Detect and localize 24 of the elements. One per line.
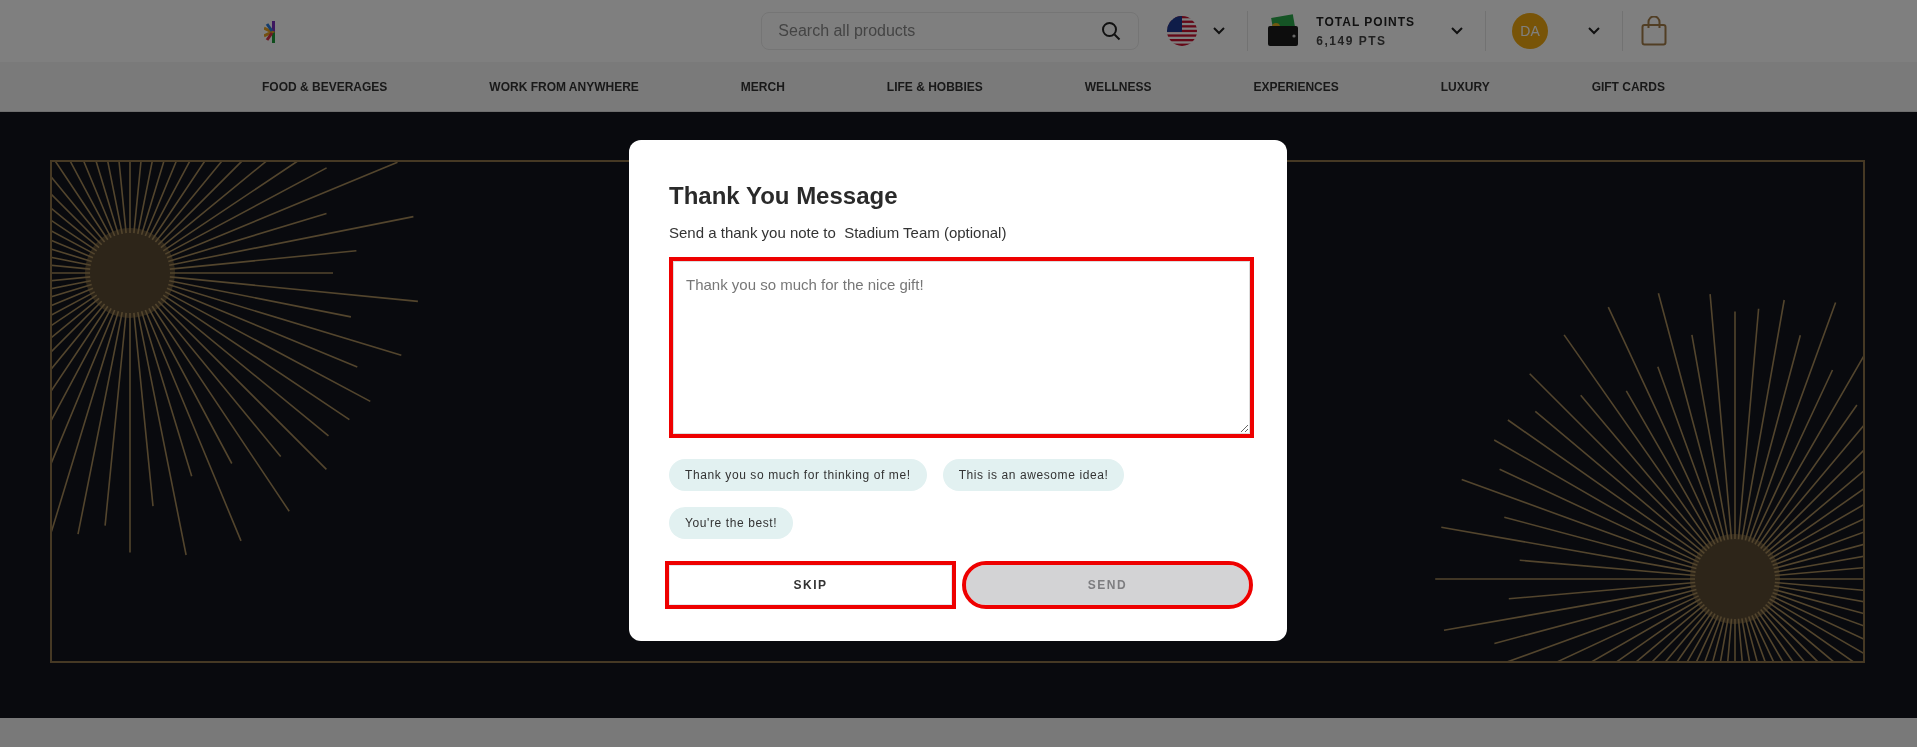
- logo-icon[interactable]: [264, 21, 278, 43]
- nav-link[interactable]: WORK FROM ANYWHERE: [489, 79, 639, 94]
- nav-link[interactable]: FOOD & BEVERAGES: [262, 79, 388, 94]
- nav-link[interactable]: GIFT CARDS: [1591, 79, 1665, 94]
- chevron-down-icon[interactable]: [1451, 27, 1463, 35]
- chevron-down-icon[interactable]: [1213, 27, 1226, 35]
- nav-link[interactable]: EXPERIENCES: [1253, 79, 1339, 94]
- points-label: TOTAL POINTS: [1316, 14, 1415, 29]
- search-icon[interactable]: [1101, 21, 1122, 41]
- nav-link[interactable]: LUXURY: [1440, 79, 1490, 94]
- suggestion-chip[interactable]: This is an awesome idea!: [942, 459, 1125, 491]
- wallet-icon: [1266, 14, 1301, 48]
- suggestion-chip[interactable]: You're the best!: [669, 507, 794, 539]
- nav-link[interactable]: WELLNESS: [1084, 79, 1152, 94]
- nav-link[interactable]: LIFE & HOBBIES: [886, 79, 983, 94]
- modal-subtitle: Send a thank you note to Stadium Team (optional): [669, 224, 1008, 241]
- shopping-bag-icon[interactable]: [1641, 16, 1667, 46]
- chevron-down-icon[interactable]: [1588, 27, 1600, 35]
- flag-icon[interactable]: [1167, 16, 1198, 46]
- nav-link[interactable]: MERCH: [740, 79, 785, 94]
- modal-title: Thank You Message: [669, 182, 899, 210]
- search-field[interactable]: Search all products: [761, 12, 1140, 50]
- suggestion-chip[interactable]: Thank you so much for thinking of me!: [669, 459, 927, 491]
- points-value: 6,149 PTS: [1316, 33, 1388, 48]
